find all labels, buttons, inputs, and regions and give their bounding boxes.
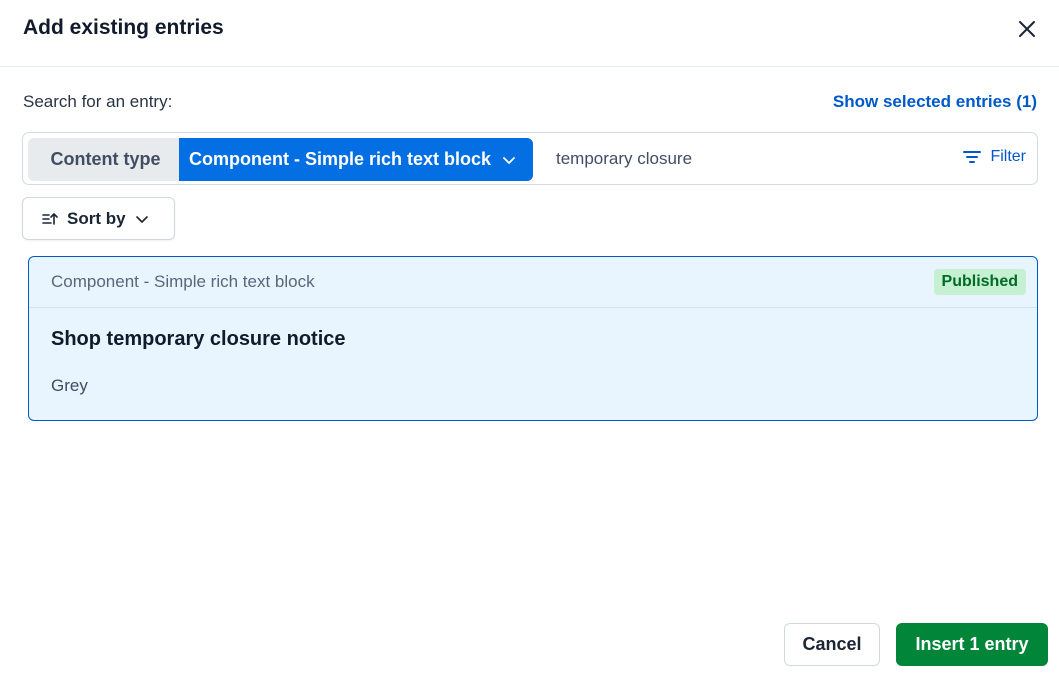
chevron-down-icon [135,215,148,223]
entry-card-header: Component - Simple rich text block Publi… [29,257,1037,308]
filter-button[interactable]: Filter [962,148,1026,166]
status-badge: Published [933,269,1026,295]
entry-card[interactable]: Component - Simple rich text block Publi… [28,256,1038,421]
close-icon [1019,21,1035,37]
close-button[interactable] [1013,15,1041,43]
entry-title: Shop temporary closure notice [51,328,346,350]
sort-icon [42,212,58,225]
content-type-filter-value: Component - Simple rich text block [189,149,492,169]
filter-button-label: Filter [990,148,1026,165]
content-type-filter-select[interactable]: Component - Simple rich text block [179,138,533,181]
show-selected-entries-link[interactable]: Show selected entries (1) [833,92,1037,112]
sort-by-button[interactable]: Sort by [22,197,175,240]
dialog-header: Add existing entries [0,0,1059,67]
search-input[interactable] [556,146,936,172]
search-label: Search for an entry: [23,92,173,111]
filter-icon [963,151,982,163]
cancel-button[interactable]: Cancel [784,623,880,666]
content-type-filter-label: Content type [28,138,183,181]
search-bar[interactable]: Content type Component - Simple rich tex… [22,132,1038,185]
dialog-title: Add existing entries [23,16,224,39]
insert-entry-button[interactable]: Insert 1 entry [896,623,1048,666]
entry-description: Grey [51,376,88,395]
chevron-down-icon [501,152,517,168]
sort-by-label: Sort by [67,208,126,228]
entry-content-type: Component - Simple rich text block [51,272,315,291]
